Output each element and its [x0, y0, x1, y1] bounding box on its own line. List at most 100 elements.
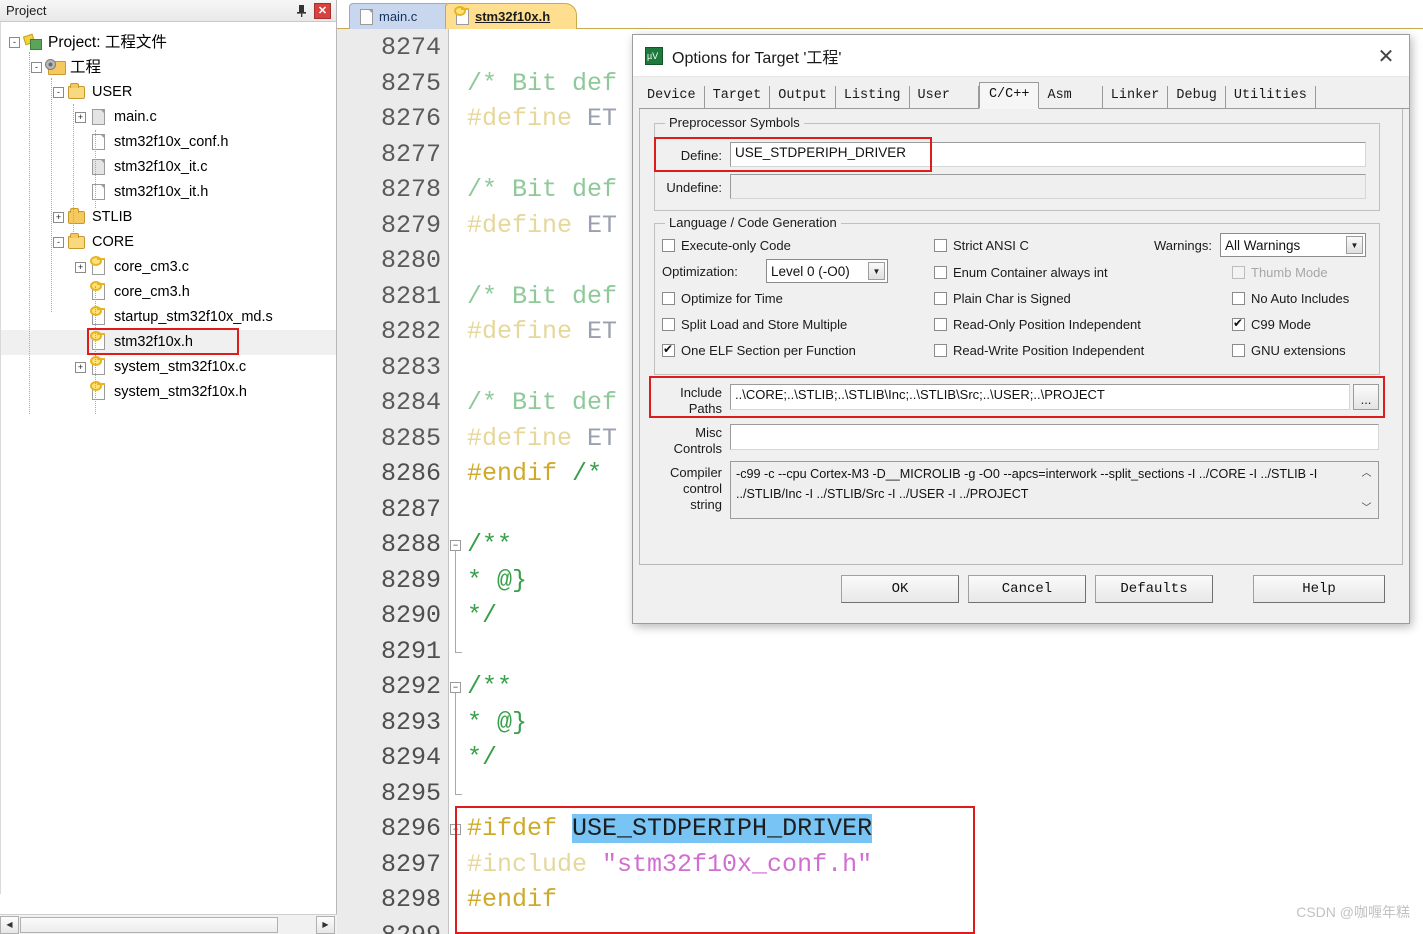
tree-item-[interactable]: -工程	[1, 55, 336, 80]
collapse-icon[interactable]: -	[31, 62, 42, 73]
pin-icon[interactable]	[293, 3, 310, 19]
checkbox-c99-mode[interactable]: C99 Mode	[1232, 317, 1311, 332]
expand-icon[interactable]: +	[53, 212, 64, 223]
compiler-control-label-line2: control	[654, 481, 722, 496]
defaults-button[interactable]: Defaults	[1095, 575, 1213, 603]
checkbox-icon[interactable]	[662, 344, 675, 357]
checkbox-read-write-position-independent[interactable]: Read-Write Position Independent	[934, 343, 1144, 358]
code-line: #define ET	[467, 317, 617, 346]
fold-toggle-icon[interactable]: −	[450, 540, 461, 551]
expand-icon[interactable]: +	[75, 362, 86, 373]
checkbox-icon[interactable]	[662, 292, 675, 305]
fold-toggle-icon[interactable]: −	[450, 682, 461, 693]
collapse-icon[interactable]: -	[53, 237, 64, 248]
checkbox-icon[interactable]	[934, 239, 947, 252]
expand-icon[interactable]: +	[75, 112, 86, 123]
checkbox-gnu-extensions[interactable]: GNU extensions	[1232, 343, 1346, 358]
dialog-tab-label: Listing	[844, 88, 901, 103]
code-token: ET	[587, 317, 617, 346]
checkbox-no-auto-includes[interactable]: No Auto Includes	[1232, 291, 1349, 306]
tree-item-project[interactable]: -Project: 工程文件	[1, 30, 336, 55]
checkbox-read-only-position-independent[interactable]: Read-Only Position Independent	[934, 317, 1141, 332]
collapse-icon[interactable]: -	[9, 37, 20, 48]
checkbox-icon[interactable]	[934, 292, 947, 305]
dialog-tab-asm[interactable]: Asm	[1039, 86, 1102, 108]
checkbox-one-elf-section-per-function[interactable]: One ELF Section per Function	[662, 343, 856, 358]
code-token: /* Bit def	[467, 282, 617, 311]
dialog-tab-c-c++[interactable]: C/C++	[979, 82, 1040, 109]
define-input[interactable]: USE_STDPERIPH_DRIVER	[730, 142, 1366, 167]
dialog-tab-device[interactable]: Device	[639, 86, 705, 108]
code-line: #include "stm32f10x_conf.h"	[467, 850, 872, 879]
checkbox-label: Strict ANSI C	[953, 238, 1029, 253]
ok-button[interactable]: OK	[841, 575, 959, 603]
compiler-control-string-textarea[interactable]: -c99 -c --cpu Cortex-M3 -D__MICROLIB -g …	[730, 461, 1379, 519]
checkbox-icon[interactable]	[934, 318, 947, 331]
line-number: 8281	[337, 282, 441, 311]
checkbox-strict-ansi-c[interactable]: Strict ANSI C	[934, 238, 1029, 253]
collapse-icon[interactable]: -	[53, 87, 64, 98]
key-file-icon	[90, 259, 109, 276]
checkbox-icon[interactable]	[662, 239, 675, 252]
optimization-select[interactable]: Level 0 (-O0) ▼	[766, 259, 888, 283]
checkbox-enum-container-always-int[interactable]: Enum Container always int	[934, 265, 1108, 280]
checkbox-icon[interactable]	[934, 266, 947, 279]
dialog-tab-utilities[interactable]: Utilities	[1226, 86, 1316, 108]
line-number: 8297	[337, 850, 441, 879]
editor-tab-main-c[interactable]: main.c	[349, 3, 457, 29]
misc-controls-input[interactable]	[730, 424, 1379, 450]
project-tree[interactable]: -Project: 工程文件-工程-USER+main.cstm32f10x_c…	[0, 22, 336, 894]
undefine-input[interactable]	[730, 174, 1366, 199]
button-label: Defaults	[1120, 581, 1187, 597]
editor-tab-stm32f10x-h[interactable]: stm32f10x.h	[445, 3, 577, 29]
code-token: /**	[467, 530, 512, 559]
dialog-tab-user[interactable]: User	[910, 86, 979, 108]
scroll-right-arrow[interactable]: ▶	[316, 916, 335, 934]
code-token: /* Bit def	[467, 69, 617, 98]
dialog-tab-target[interactable]: Target	[705, 86, 771, 108]
scroll-up-arrow[interactable]: ︿	[1359, 464, 1374, 479]
chevron-down-icon[interactable]: ▼	[868, 262, 885, 280]
checkbox-icon[interactable]	[1232, 292, 1245, 305]
checkbox-icon[interactable]	[1232, 318, 1245, 331]
code-folding-column[interactable]: −−−−	[449, 29, 464, 934]
checkbox-execute-only-code[interactable]: Execute-only Code	[662, 238, 791, 253]
tree-item-stm32f10x-h[interactable]: stm32f10x.h	[1, 330, 336, 355]
help-button[interactable]: Help	[1253, 575, 1385, 603]
dialog-tab-output[interactable]: Output	[770, 86, 836, 108]
dialog-tab-debug[interactable]: Debug	[1168, 86, 1226, 108]
key-file-icon	[90, 284, 109, 301]
include-paths-input[interactable]: ..\CORE;..\STLIB;..\STLIB\Inc;..\STLIB\S…	[730, 384, 1350, 410]
scroll-left-arrow[interactable]: ◀	[0, 916, 19, 934]
checkbox-icon	[1232, 266, 1245, 279]
tree-spacer	[75, 162, 86, 173]
checkbox-split-load-and-store-multiple[interactable]: Split Load and Store Multiple	[662, 317, 847, 332]
warnings-select[interactable]: All Warnings ▼	[1220, 233, 1366, 257]
close-icon[interactable]: ✕	[314, 3, 331, 19]
checkbox-optimize-for-time[interactable]: Optimize for Time	[662, 291, 783, 306]
dialog-close-icon[interactable]: ✕	[1373, 43, 1399, 69]
dialog-tabstrip[interactable]: DeviceTargetOutput Listing UserC/C++AsmLin…	[639, 83, 1409, 109]
include-paths-browse-button[interactable]: ...	[1353, 384, 1379, 410]
fold-toggle-icon[interactable]: −	[450, 824, 461, 835]
expand-icon[interactable]: +	[75, 262, 86, 273]
code-line: /**	[467, 530, 512, 559]
checkbox-icon[interactable]	[1232, 344, 1245, 357]
checkbox-icon[interactable]	[662, 318, 675, 331]
checkbox-icon[interactable]	[934, 344, 947, 357]
tree-item-label: system_stm32f10x.c	[114, 360, 246, 375]
tree-item-system-stm32f10x-h[interactable]: system_stm32f10x.h	[1, 380, 336, 405]
cancel-button[interactable]: Cancel	[968, 575, 1086, 603]
chevron-down-icon[interactable]: ▼	[1346, 236, 1363, 254]
tree-spacer	[75, 137, 86, 148]
project-horizontal-scrollbar[interactable]: ◀ ▶	[0, 914, 337, 934]
checkbox-plain-char-is-signed[interactable]: Plain Char is Signed	[934, 291, 1071, 306]
line-number: 8296	[337, 814, 441, 843]
checkbox-label: C99 Mode	[1251, 317, 1311, 332]
scroll-down-arrow[interactable]: ﹀	[1359, 499, 1374, 514]
dialog-tab-listing[interactable]: Listing	[836, 86, 910, 108]
dialog-tab-linker[interactable]: Linker	[1103, 86, 1169, 108]
line-number: 8282	[337, 317, 441, 346]
tree-item-system-stm32f10x-c[interactable]: + system_stm32f10x.c	[1, 355, 336, 380]
scroll-thumb[interactable]	[20, 917, 278, 933]
